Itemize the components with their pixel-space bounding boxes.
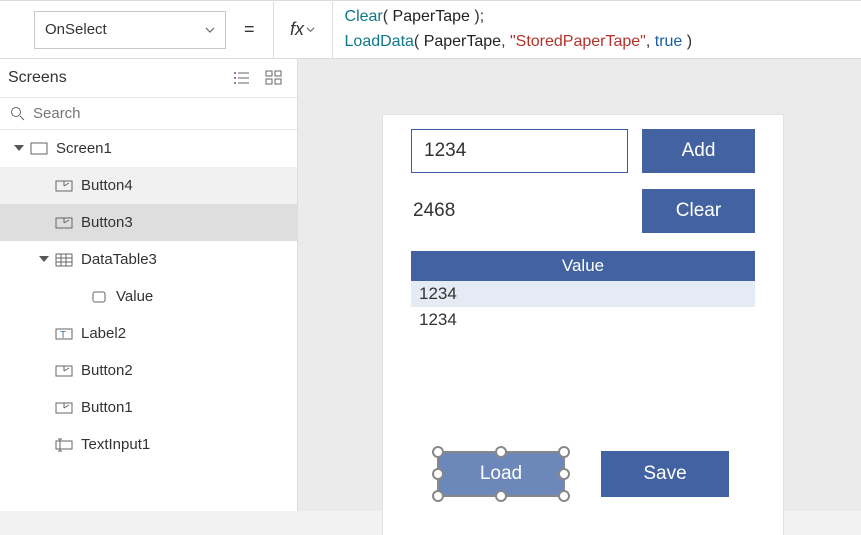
formula-token: PaperTape [424,33,501,50]
tree: Screen1 Button4 Button3 DataTable3 Value… [0,130,297,463]
tree-item-label: Button2 [81,362,133,379]
text-input[interactable]: 1234 [411,129,628,173]
screen-icon [30,141,48,157]
formula-token: , [646,33,655,50]
button-icon [55,363,73,379]
svg-text:T: T [60,330,66,341]
table-row[interactable]: 1234 [411,307,755,333]
table-row[interactable]: 1234 [411,281,755,307]
tree-item-button2[interactable]: Button2 [0,352,297,389]
tree-header: Screens [0,59,297,98]
resize-handle[interactable] [558,468,570,480]
search-input[interactable] [33,105,287,122]
textinput-icon [55,437,73,453]
save-button[interactable]: Save [601,451,729,497]
tree-panel: Screens Screen1 Button4 Button3 DataTabl… [0,59,298,511]
formula-editor[interactable]: Clear( PaperTape ); LoadData( PaperTape,… [333,0,861,60]
tree-item-label: Button4 [81,177,133,194]
formula-token: true [655,33,683,50]
design-canvas[interactable]: 1234 Add 2468 Clear Value 1234 1234 Load [298,59,861,511]
button-label: Load [480,463,522,485]
formula-token: , [501,33,510,50]
button-icon [55,215,73,231]
tree-item-value[interactable]: Value [0,278,297,315]
button-icon [55,400,73,416]
expand-toggle-icon[interactable] [14,145,24,156]
tree-item-button1[interactable]: Button1 [0,389,297,426]
tree-item-screen1[interactable]: Screen1 [0,130,297,167]
search-icon [10,106,25,121]
button-label: Clear [676,200,721,222]
tree-item-label: Value [116,288,153,305]
expand-toggle-icon[interactable] [39,256,49,267]
tree-title: Screens [8,69,67,87]
datatable-icon [55,252,73,268]
resize-handle[interactable] [495,490,507,502]
resize-handle[interactable] [495,446,507,458]
tree-item-datatable3[interactable]: DataTable3 [0,241,297,278]
tree-item-label: Screen1 [56,140,112,157]
tree-item-label: Button1 [81,399,133,416]
list-view-icon[interactable] [233,70,251,86]
tree-item-button3[interactable]: Button3 [0,204,297,241]
formula-token: LoadData [345,33,414,50]
resize-handle[interactable] [558,490,570,502]
label-icon: T [55,326,73,342]
grid-view-icon[interactable] [265,70,283,86]
tree-item-label: TextInput1 [81,436,150,453]
fx-button[interactable]: fx [273,2,333,58]
button-label: Save [643,463,686,485]
formula-token: "StoredPaperTape" [510,33,646,50]
text-input-value: 1234 [424,140,466,162]
search-row [0,98,297,130]
tree-item-textinput1[interactable]: TextInput1 [0,426,297,463]
table-header: Value [411,251,755,281]
formula-token: ); [470,8,484,25]
fx-label: fx [290,19,304,40]
load-button[interactable]: Load [437,451,565,497]
chevron-down-icon [205,25,215,35]
formula-token: ) [682,33,692,50]
tree-item-button4[interactable]: Button4 [0,167,297,204]
clear-button[interactable]: Clear [642,189,755,233]
tree-item-label: Label2 [81,325,126,342]
button-icon [55,178,73,194]
property-dropdown[interactable]: OnSelect [34,11,226,49]
property-dropdown-label: OnSelect [45,21,107,38]
resize-handle[interactable] [432,490,444,502]
formula-bar: OnSelect = fx Clear( PaperTape ); LoadDa… [0,1,861,59]
sum-label: 2468 [411,200,628,222]
formula-token: Clear [345,8,383,25]
tree-view-buttons [233,70,283,86]
equals-label: = [226,19,273,40]
chevron-down-icon [306,25,315,34]
resize-handle[interactable] [558,446,570,458]
tree-item-label2[interactable]: T Label2 [0,315,297,352]
tree-item-label: DataTable3 [81,251,157,268]
app-preview: 1234 Add 2468 Clear Value 1234 1234 Load [383,115,783,535]
button-label: Add [682,140,716,162]
resize-handle[interactable] [432,446,444,458]
formula-token: PaperTape [393,8,470,25]
data-table[interactable]: Value 1234 1234 [411,251,755,333]
formula-token: ( [383,8,393,25]
add-button[interactable]: Add [642,129,755,173]
column-icon [90,289,108,305]
tree-item-label: Button3 [81,214,133,231]
formula-token: ( [414,33,424,50]
resize-handle[interactable] [432,468,444,480]
